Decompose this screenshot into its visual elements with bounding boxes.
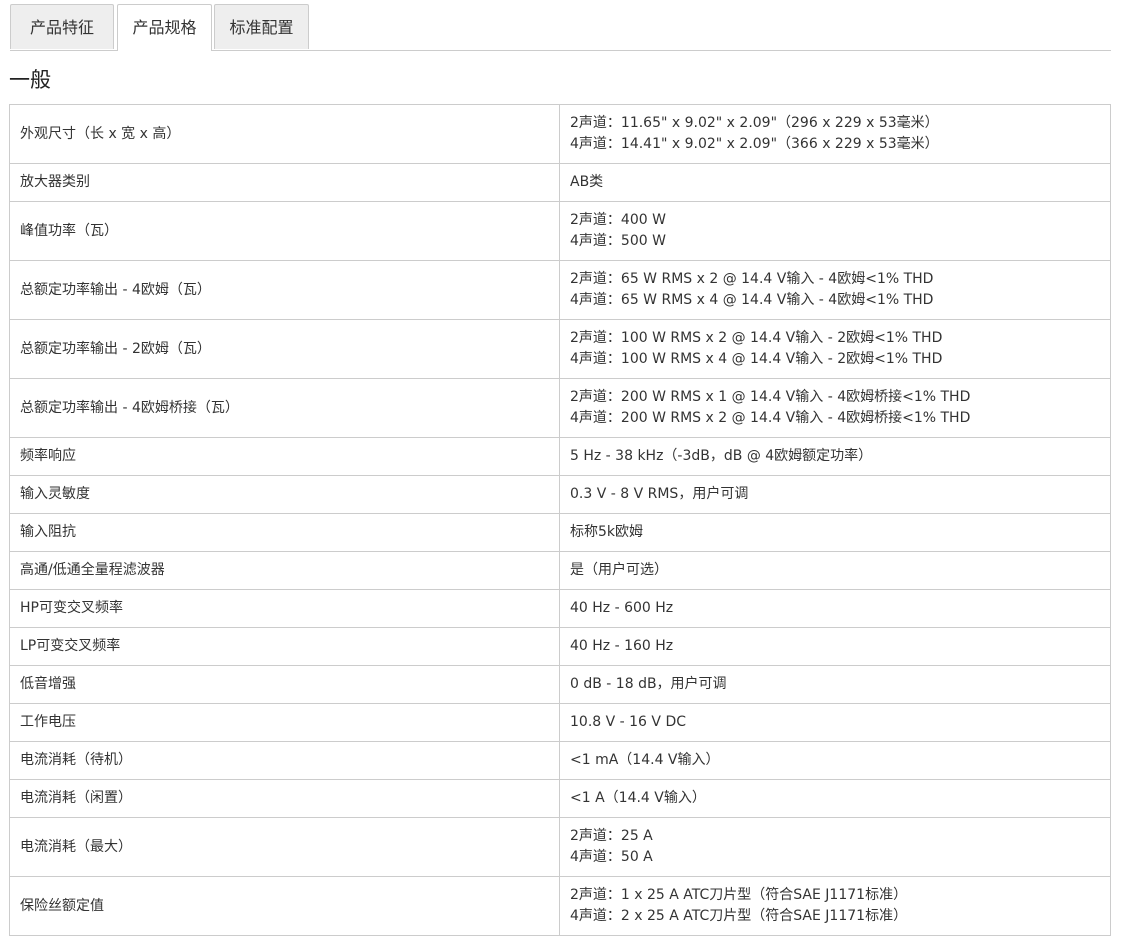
- spec-label: 低音增强: [9, 665, 560, 704]
- spec-value: 40 Hz - 160 Hz: [559, 627, 1111, 666]
- table-row: 总额定功率输出 - 2欧姆（瓦） 2声道：100 W RMS x 2 @ 14.…: [9, 319, 1111, 379]
- spec-label: HP可变交叉频率: [9, 589, 560, 628]
- table-row: 频率响应 5 Hz - 38 kHz（-3dB，dB @ 4欧姆额定功率）: [9, 437, 1111, 476]
- spec-value: 2声道：11.65" x 9.02" x 2.09"（296 x 229 x 5…: [559, 104, 1111, 164]
- tab-bar: 产品特征 产品规格 标准配置: [10, 4, 1111, 51]
- spec-value: 40 Hz - 600 Hz: [559, 589, 1111, 628]
- spec-value: 5 Hz - 38 kHz（-3dB，dB @ 4欧姆额定功率）: [559, 437, 1111, 476]
- table-row: 输入灵敏度 0.3 V - 8 V RMS，用户可调: [9, 475, 1111, 514]
- tab-product-features[interactable]: 产品特征: [10, 4, 114, 49]
- spec-value: 0 dB - 18 dB，用户可调: [559, 665, 1111, 704]
- table-row: 电流消耗（闲置） <1 A（14.4 V输入）: [9, 779, 1111, 818]
- table-row: 总额定功率输出 - 4欧姆（瓦） 2声道：65 W RMS x 2 @ 14.4…: [9, 260, 1111, 320]
- spec-value: 2声道：400 W 4声道：500 W: [559, 201, 1111, 261]
- spec-label: 频率响应: [9, 437, 560, 476]
- spec-label: 电流消耗（闲置）: [9, 779, 560, 818]
- spec-label: 高通/低通全量程滤波器: [9, 551, 560, 590]
- spec-label: 输入阻抗: [9, 513, 560, 552]
- spec-value: 2声道：1 x 25 A ATC刀片型（符合SAE J1171标准） 4声道：2 …: [559, 876, 1111, 936]
- table-row: 外观尺寸（长 x 宽 x 高） 2声道：11.65" x 9.02" x 2.0…: [9, 104, 1111, 164]
- table-row: LP可变交叉频率 40 Hz - 160 Hz: [9, 627, 1111, 666]
- spec-label: 总额定功率输出 - 4欧姆（瓦）: [9, 260, 560, 320]
- spec-label: 输入灵敏度: [9, 475, 560, 514]
- spec-label: 保险丝额定值: [9, 876, 560, 936]
- table-row: 总额定功率输出 - 4欧姆桥接（瓦） 2声道：200 W RMS x 1 @ 1…: [9, 378, 1111, 438]
- spec-value: AB类: [559, 163, 1111, 202]
- section-title: 一般: [9, 68, 51, 92]
- table-row: 低音增强 0 dB - 18 dB，用户可调: [9, 665, 1111, 704]
- spec-value: 2声道：200 W RMS x 1 @ 14.4 V输入 - 4欧姆桥接<1% …: [559, 378, 1111, 438]
- spec-value: 是（用户可选）: [559, 551, 1111, 590]
- spec-label: 总额定功率输出 - 2欧姆（瓦）: [9, 319, 560, 379]
- spec-value: 2声道：100 W RMS x 2 @ 14.4 V输入 - 2欧姆<1% TH…: [559, 319, 1111, 379]
- spec-label: 总额定功率输出 - 4欧姆桥接（瓦）: [9, 378, 560, 438]
- tab-standard-config[interactable]: 标准配置: [214, 4, 309, 49]
- table-row: 电流消耗（最大） 2声道：25 A 4声道：50 A: [9, 817, 1111, 877]
- spec-value: <1 A（14.4 V输入）: [559, 779, 1111, 818]
- tab-product-specs[interactable]: 产品规格: [117, 4, 212, 51]
- spec-table: 外观尺寸（长 x 宽 x 高） 2声道：11.65" x 9.02" x 2.0…: [9, 104, 1111, 936]
- spec-label: 电流消耗（待机）: [9, 741, 560, 780]
- spec-label: 放大器类别: [9, 163, 560, 202]
- spec-value: 2声道：25 A 4声道：50 A: [559, 817, 1111, 877]
- table-row: 工作电压 10.8 V - 16 V DC: [9, 703, 1111, 742]
- spec-label: LP可变交叉频率: [9, 627, 560, 666]
- spec-value: 2声道：65 W RMS x 2 @ 14.4 V输入 - 4欧姆<1% THD…: [559, 260, 1111, 320]
- spec-label: 电流消耗（最大）: [9, 817, 560, 877]
- spec-value: 10.8 V - 16 V DC: [559, 703, 1111, 742]
- table-row: 峰值功率（瓦） 2声道：400 W 4声道：500 W: [9, 201, 1111, 261]
- table-row: 电流消耗（待机） <1 mA（14.4 V输入）: [9, 741, 1111, 780]
- spec-label: 工作电压: [9, 703, 560, 742]
- table-row: 输入阻抗 标称5k欧姆: [9, 513, 1111, 552]
- spec-value: 标称5k欧姆: [559, 513, 1111, 552]
- spec-value: 0.3 V - 8 V RMS，用户可调: [559, 475, 1111, 514]
- spec-label: 外观尺寸（长 x 宽 x 高）: [9, 104, 560, 164]
- table-row: HP可变交叉频率 40 Hz - 600 Hz: [9, 589, 1111, 628]
- table-row: 高通/低通全量程滤波器 是（用户可选）: [9, 551, 1111, 590]
- spec-label: 峰值功率（瓦）: [9, 201, 560, 261]
- spec-value: <1 mA（14.4 V输入）: [559, 741, 1111, 780]
- table-row: 保险丝额定值 2声道：1 x 25 A ATC刀片型（符合SAE J1171标准…: [9, 876, 1111, 936]
- table-row: 放大器类别 AB类: [9, 163, 1111, 202]
